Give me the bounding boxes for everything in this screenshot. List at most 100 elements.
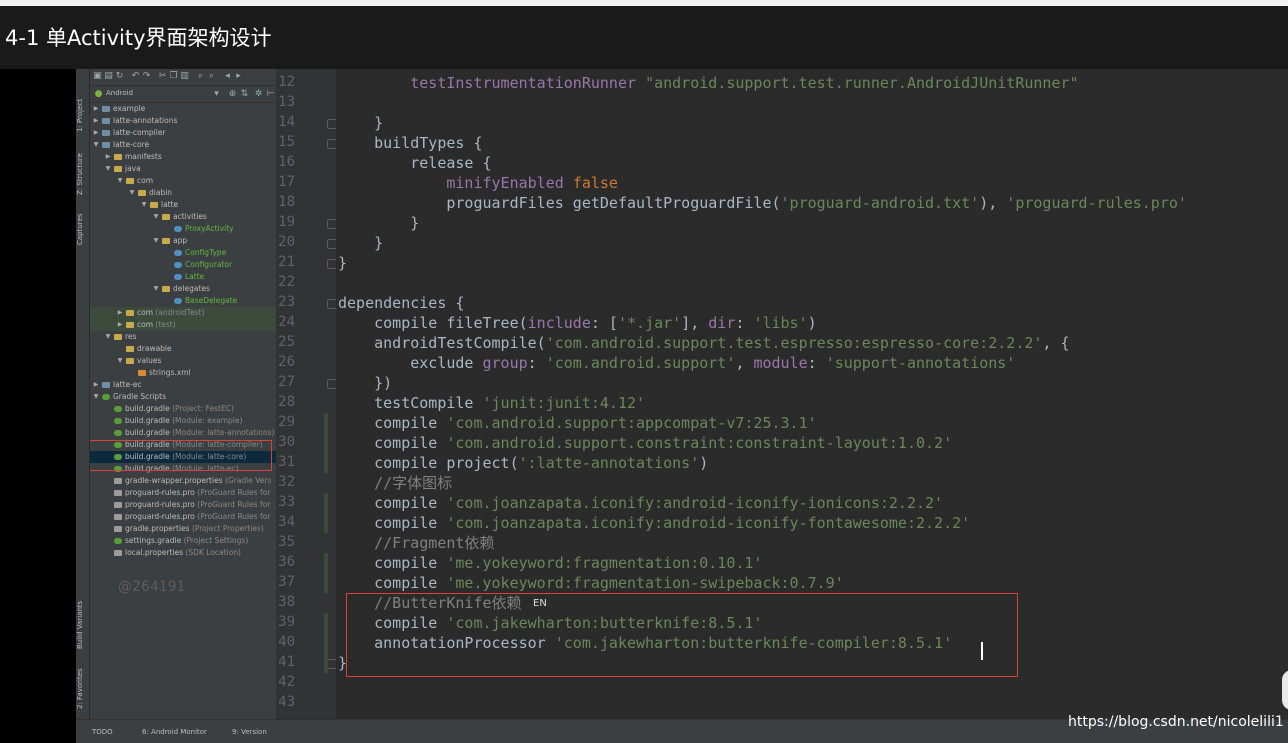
folder-icon [162, 214, 170, 220]
tree-item[interactable]: build.gradle (Module: example) [90, 415, 276, 427]
expanded-arrow-icon[interactable]: ▼ [92, 391, 100, 403]
tree-item-label: build.gradle (Project: FestEC) [125, 404, 234, 413]
sync-icon[interactable]: ↻ [115, 72, 124, 81]
paste-icon[interactable]: ▥ [180, 72, 189, 81]
replace-icon[interactable]: ⌕ [207, 72, 216, 81]
edge-button[interactable] [1282, 670, 1288, 710]
tree-item[interactable]: ▶ com (test) [90, 319, 276, 331]
android-monitor-tab[interactable]: 6: Android Monitor [142, 728, 207, 736]
expanded-arrow-icon[interactable]: ▼ [104, 331, 112, 343]
tab-build-variants[interactable]: Build Variants [76, 595, 89, 655]
tree-item[interactable]: ▼ com [90, 175, 276, 187]
expanded-arrow-icon[interactable]: ▼ [116, 355, 124, 367]
save-icon[interactable]: ▤ [104, 72, 113, 81]
change-marker [324, 573, 328, 593]
code-line: compile 'me.yokeyword:fragmentation-swip… [338, 573, 844, 593]
module-folder-icon [102, 130, 110, 136]
collapse-all-icon[interactable]: ⇅ [240, 90, 249, 99]
expanded-arrow-icon[interactable]: ▼ [104, 163, 112, 175]
collapsed-arrow-icon[interactable]: ▶ [92, 103, 100, 115]
tree-item[interactable]: local.properties (SDK Location) [90, 547, 276, 559]
tree-item[interactable]: Latte [90, 271, 276, 283]
tree-item[interactable]: ConfigType [90, 247, 276, 259]
open-icon[interactable]: ▣ [93, 72, 102, 81]
version-control-tab[interactable]: 9: Version [232, 728, 267, 736]
tree-item[interactable]: proguard-rules.pro (ProGuard Rules for [90, 511, 276, 523]
tree-item[interactable]: ▶ latte-annotations [90, 115, 276, 127]
expanded-arrow-icon[interactable]: ▼ [152, 235, 160, 247]
tree-item[interactable]: BaseDelegate [90, 295, 276, 307]
forward-icon[interactable]: ▸ [234, 72, 243, 81]
back-icon[interactable]: ◂ [223, 72, 232, 81]
tree-item[interactable]: proguard-rules.pro (ProGuard Rules for [90, 499, 276, 511]
tab-captures[interactable]: Captures [76, 209, 89, 249]
tree-item[interactable]: ▼ values [90, 355, 276, 367]
gradle-icon [114, 430, 122, 436]
tree-item[interactable]: ▶ example [90, 103, 276, 115]
tree-item[interactable]: ▼ delegates [90, 283, 276, 295]
tree-item[interactable]: ▶ latte-compiler [90, 127, 276, 139]
tree-item[interactable]: strings.xml [90, 367, 276, 379]
copy-icon[interactable]: ❐ [169, 72, 178, 81]
tree-item[interactable]: gradle.properties (Project Properties) [90, 523, 276, 535]
tree-item-detail: (Project: FestEC) [169, 404, 234, 413]
tree-item[interactable]: ▶ com (androidTest) [90, 307, 276, 319]
collapsed-arrow-icon[interactable]: ▶ [92, 115, 100, 127]
tree-item[interactable]: settings.gradle (Project Settings) [90, 535, 276, 547]
hide-panel-icon[interactable]: ⊢ [266, 90, 275, 99]
tree-item[interactable]: drawable [90, 343, 276, 355]
gear-icon[interactable]: ✲ [254, 90, 263, 99]
tree-item-label: latte-ec [113, 380, 142, 389]
expanded-arrow-icon[interactable]: ▼ [92, 139, 100, 151]
tree-item[interactable]: ProxyActivity [90, 223, 276, 235]
undo-icon[interactable]: ↶ [131, 72, 140, 81]
tree-item[interactable]: ▼ res [90, 331, 276, 343]
module-folder-icon [102, 142, 110, 148]
code-token: testInstrumentationRunner [410, 74, 646, 92]
tree-item[interactable]: Configurator [90, 259, 276, 271]
expanded-arrow-icon[interactable]: ▼ [116, 175, 124, 187]
line-number: 13 [278, 94, 295, 110]
redo-icon[interactable]: ↷ [142, 72, 151, 81]
tab-structure[interactable]: Z: Structure [76, 149, 89, 199]
change-marker [324, 413, 328, 433]
tree-item[interactable]: ▼ diabin [90, 187, 276, 199]
expanded-arrow-icon[interactable]: ▼ [152, 211, 160, 223]
tree-item[interactable]: build.gradle (Module: latte-annotations) [90, 427, 276, 439]
tree-item[interactable]: ▶ manifests [90, 151, 276, 163]
expanded-arrow-icon[interactable]: ▼ [140, 199, 148, 211]
collapsed-arrow-icon[interactable]: ▶ [92, 127, 100, 139]
todo-tab[interactable]: TODO [92, 728, 113, 736]
code-editor[interactable]: testInstrumentationRunner "android.suppo… [336, 69, 1288, 719]
collapsed-arrow-icon[interactable]: ▶ [104, 151, 112, 163]
collapsed-arrow-icon[interactable]: ▶ [92, 379, 100, 391]
folder-icon [162, 238, 170, 244]
code-token: minifyEnabled [446, 174, 573, 192]
tree-item-label: activities [173, 212, 207, 221]
chevron-down-icon[interactable]: ▾ [212, 90, 221, 99]
tree-item[interactable]: gradle-wrapper.properties (Gradle Vers [90, 475, 276, 487]
collapsed-arrow-icon[interactable]: ▶ [116, 307, 124, 319]
line-number: 35 [278, 534, 295, 550]
tree-item[interactable]: ▼ java [90, 163, 276, 175]
cut-icon[interactable]: ✂ [158, 72, 167, 81]
tree-item[interactable]: ▼ app [90, 235, 276, 247]
line-number: 41 [278, 654, 295, 670]
tree-item[interactable]: ▶ latte-ec [90, 379, 276, 391]
expanded-arrow-icon[interactable]: ▼ [152, 283, 160, 295]
find-icon[interactable]: ⌕ [196, 72, 205, 81]
tree-item[interactable]: build.gradle (Project: FestEC) [90, 403, 276, 415]
tree-item-label: gradle.properties (Project Properties) [125, 524, 264, 533]
tree-item[interactable]: ▼ activities [90, 211, 276, 223]
tab-favorites[interactable]: 2: Favorites [76, 664, 89, 714]
tree-item[interactable]: ▼ latte [90, 199, 276, 211]
tree-item[interactable]: proguard-rules.pro (ProGuard Rules for [90, 487, 276, 499]
tab-project[interactable]: 1: Project [76, 91, 89, 141]
code-token: }) [338, 374, 393, 392]
scroll-from-source-icon[interactable]: ⊕ [228, 90, 237, 99]
project-view-selector[interactable]: ● Android ▾ ⊕ ⇅ ✲ ⊢ [90, 86, 276, 103]
tree-item[interactable]: ▼ latte-core [90, 139, 276, 151]
expanded-arrow-icon[interactable]: ▼ [128, 187, 136, 199]
tree-item[interactable]: ▼ Gradle Scripts [90, 391, 276, 403]
collapsed-arrow-icon[interactable]: ▶ [116, 319, 124, 331]
